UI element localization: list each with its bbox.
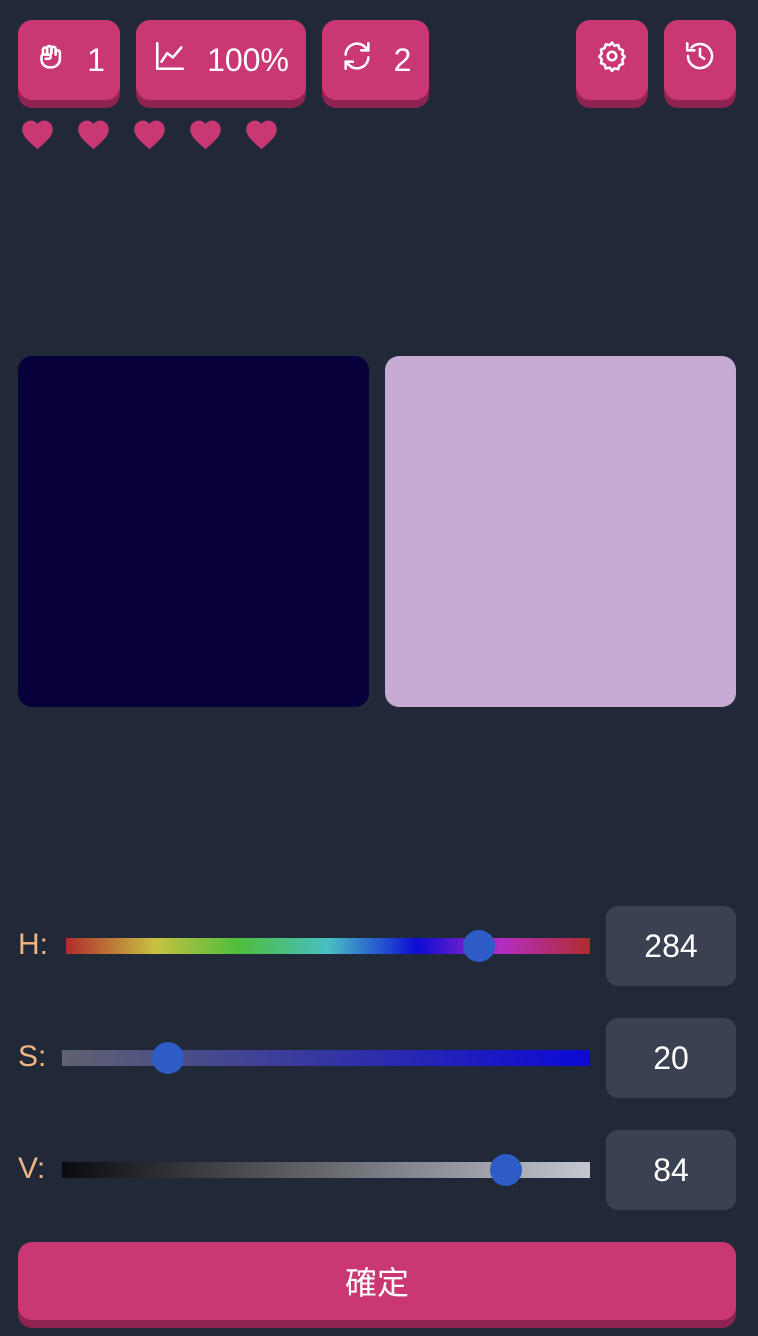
saturation-label: S: [18,1040,47,1073]
hue-row: H: 284 [18,906,736,986]
hue-slider-track[interactable] [66,930,590,962]
saturation-slider-knob[interactable] [151,1042,184,1074]
heart-icon [20,118,55,150]
history-icon [683,39,717,81]
saturation-row: S: 20 [18,1018,736,1098]
confirm-button[interactable]: 確定 [18,1242,736,1320]
value-value-field[interactable]: 84 [606,1130,736,1210]
hue-slider-knob[interactable] [463,930,496,962]
accuracy-value: 100% [207,41,289,78]
top-toolbar: 1 100% 2 [18,20,736,108]
retries-count: 2 [393,41,412,78]
hue-value-field[interactable]: 284 [606,906,736,986]
value-slider-knob[interactable] [489,1154,522,1186]
retries-button[interactable]: 2 [322,20,429,100]
value-label: V: [18,1152,46,1185]
lives-hearts [20,118,279,150]
attempts-count: 1 [87,41,105,78]
saturation-slider-track[interactable] [62,1042,590,1074]
current-color-swatch [385,356,736,707]
saturation-value-field[interactable]: 20 [606,1018,736,1098]
heart-icon [188,118,223,150]
fist-icon [33,39,67,81]
attempts-button[interactable]: 1 [18,20,120,100]
heart-icon [76,118,111,150]
value-slider-track[interactable] [62,1154,590,1186]
refresh-icon [340,39,374,81]
history-button[interactable] [664,20,736,100]
heart-icon [132,118,167,150]
gear-icon [595,39,629,81]
heart-icon [244,118,279,150]
accuracy-button[interactable]: 100% [136,20,306,100]
value-row: V: 84 [18,1130,736,1210]
target-color-swatch [18,356,369,707]
hue-label: H: [18,928,48,961]
chart-line-icon [153,39,187,81]
settings-button[interactable] [576,20,648,100]
